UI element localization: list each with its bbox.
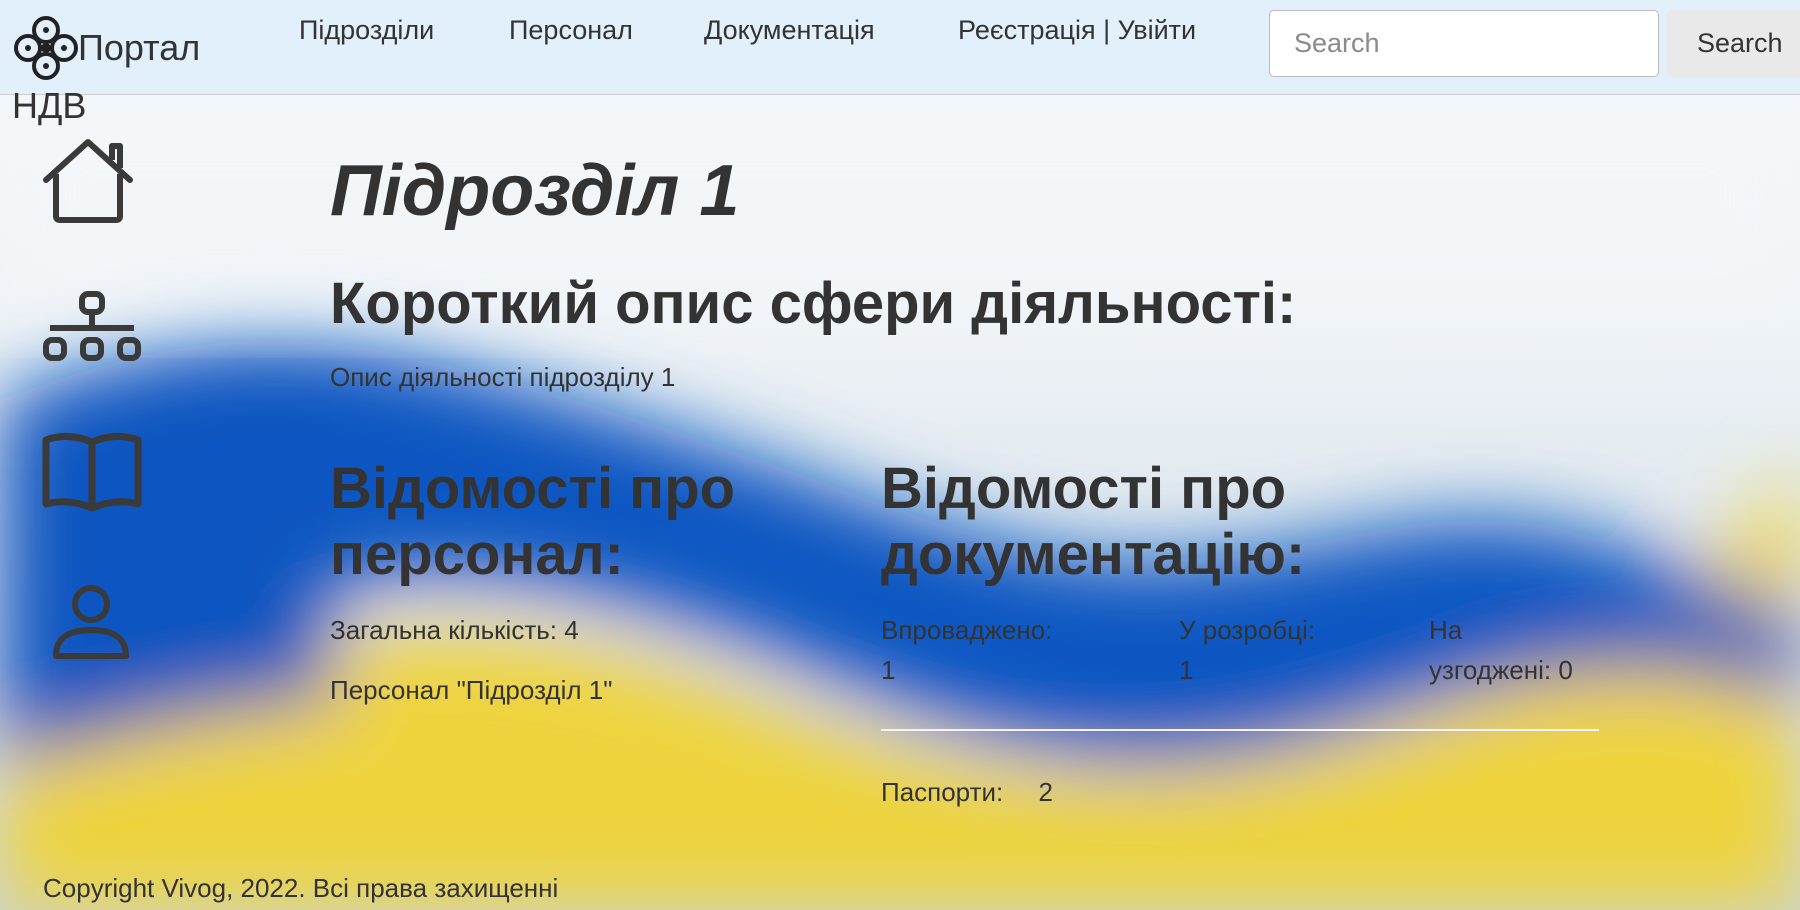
docs-stat-in-development: У розробці: 1 <box>1179 610 1315 690</box>
activity-heading: Короткий опис сфери діяльності: <box>330 271 1297 336</box>
docs-stat-implemented: Впроваджено: 1 <box>881 610 1052 690</box>
docs-stat-in-development-value: 1 <box>1179 655 1194 685</box>
docs-heading: Відомості про документацію: <box>881 456 1305 588</box>
brand-name: Портал <box>78 27 201 68</box>
page-title: Підрозділ 1 <box>330 151 740 231</box>
docs-stat-on-approval: На узгоджені: 0 <box>1429 610 1573 690</box>
nav-link-register-login[interactable]: Реєстрація | Увійти <box>958 15 1196 46</box>
docs-heading-line2: документацію: <box>881 522 1306 587</box>
docs-stat-implemented-value: 1 <box>881 655 896 685</box>
passports-value: 2 <box>1038 777 1053 807</box>
nav-link-subdivisions[interactable]: Підрозділи <box>299 15 434 46</box>
staff-heading-line2: персонал: <box>330 522 624 587</box>
nav-link-documentation[interactable]: Документація <box>704 15 875 46</box>
brand-link[interactable]: Портал <box>12 14 200 82</box>
brand-subtitle: НДВ <box>12 85 87 126</box>
search-input[interactable] <box>1269 10 1659 77</box>
portal-logo-icon <box>14 16 78 80</box>
docs-stat-implemented-label: Впроваджено: <box>881 615 1053 645</box>
docs-stat-in-development-label: У розробці: <box>1179 615 1315 645</box>
top-navbar: Портал Підрозділи Персонал Документація … <box>0 0 1800 95</box>
docs-stat-on-approval-value: узгоджені: 0 <box>1429 655 1573 685</box>
passports-row: Паспорти: 2 <box>881 772 1053 812</box>
org-structure-icon[interactable] <box>42 290 142 366</box>
staff-list-link[interactable]: Персонал "Підрозділ 1" <box>330 670 612 710</box>
home-icon[interactable] <box>42 138 134 224</box>
open-book-icon[interactable] <box>42 430 142 512</box>
user-icon[interactable] <box>52 584 130 660</box>
staff-total: Загальна кількість: 4 <box>330 615 579 645</box>
docs-divider <box>881 729 1599 731</box>
passports-label: Паспорти: <box>881 777 1004 807</box>
staff-heading: Відомості про персонал: <box>330 456 735 588</box>
footer-copyright: Copyright Vivog, 2022. Всі права захищен… <box>43 873 559 903</box>
docs-stat-on-approval-label: На <box>1429 615 1463 645</box>
staff-heading-line1: Відомості про <box>330 456 736 521</box>
activity-description: Опис діяльності підрозділу 1 <box>330 362 676 392</box>
search-button[interactable]: Search <box>1667 10 1800 77</box>
docs-heading-line1: Відомості про <box>881 456 1287 521</box>
nav-link-personnel[interactable]: Персонал <box>509 15 633 46</box>
